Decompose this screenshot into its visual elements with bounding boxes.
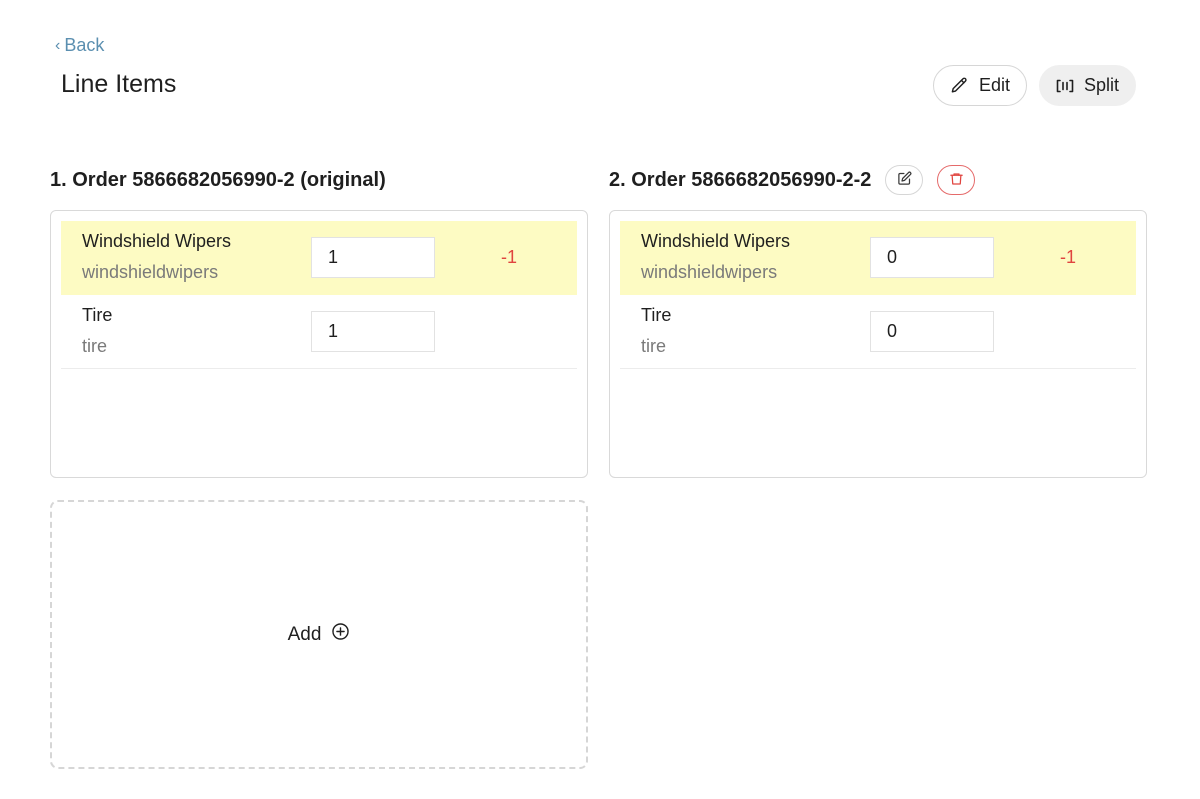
order-title: 2. Order 5866682056990-2-2: [609, 168, 872, 191]
header-actions: Edit Split: [932, 65, 1136, 106]
quantity-diff: -1: [1060, 247, 1077, 267]
edit-button[interactable]: Edit: [932, 65, 1027, 106]
quantity-diff: -1: [501, 247, 518, 267]
order-column-split: 2. Order 5866682056990-2-2 Windshield Wi…: [609, 162, 1147, 478]
edit-square-icon: [897, 171, 912, 189]
item-sku: tire: [641, 336, 667, 356]
order-header: 1. Order 5866682056990-2 (original): [50, 162, 588, 198]
split-button-label: Split: [1083, 75, 1119, 95]
chevron-left-icon: ‹: [55, 36, 61, 54]
order-title: 1. Order 5866682056990-2 (original): [50, 168, 386, 191]
quantity-input[interactable]: [311, 237, 435, 278]
pencil-icon: [950, 76, 969, 95]
add-label: Add: [287, 623, 322, 645]
order-card: Windshield Wipers windshieldwipers -1 Ti…: [609, 210, 1147, 478]
item-name: Tire: [82, 305, 113, 325]
line-items-page: ‹ Back Line Items Edit Split 1. Order 58…: [0, 0, 1200, 799]
item-name: Windshield Wipers: [82, 231, 232, 251]
item-name: Tire: [641, 305, 672, 325]
line-item-row: Windshield Wipers windshieldwipers -1: [620, 221, 1136, 295]
plus-circle-icon: [331, 622, 350, 647]
item-sku: tire: [82, 336, 108, 356]
line-item-row: Windshield Wipers windshieldwipers -1: [61, 221, 577, 295]
order-card: Windshield Wipers windshieldwipers -1 Ti…: [50, 210, 588, 478]
item-name: Windshield Wipers: [641, 231, 791, 251]
page-title: Line Items: [61, 70, 177, 98]
line-item-row: Tire tire: [61, 295, 577, 369]
trash-icon: [949, 171, 964, 190]
split-button[interactable]: Split: [1038, 65, 1136, 106]
order-header: 2. Order 5866682056990-2-2: [609, 162, 1147, 198]
quantity-input[interactable]: [311, 311, 435, 352]
order-column-original: 1. Order 5866682056990-2 (original) Wind…: [50, 162, 588, 478]
back-link[interactable]: ‹ Back: [55, 35, 104, 56]
quantity-input[interactable]: [870, 311, 994, 352]
edit-order-button[interactable]: [885, 165, 924, 195]
item-sku: windshieldwipers: [641, 262, 778, 282]
add-order-button[interactable]: Add: [50, 500, 588, 769]
delete-order-button[interactable]: [937, 165, 976, 195]
back-link-label: Back: [64, 35, 105, 55]
line-item-row: Tire tire: [620, 295, 1136, 369]
item-sku: windshieldwipers: [82, 262, 219, 282]
edit-button-label: Edit: [978, 75, 1010, 95]
split-icon: [1056, 79, 1074, 93]
quantity-input[interactable]: [870, 237, 994, 278]
